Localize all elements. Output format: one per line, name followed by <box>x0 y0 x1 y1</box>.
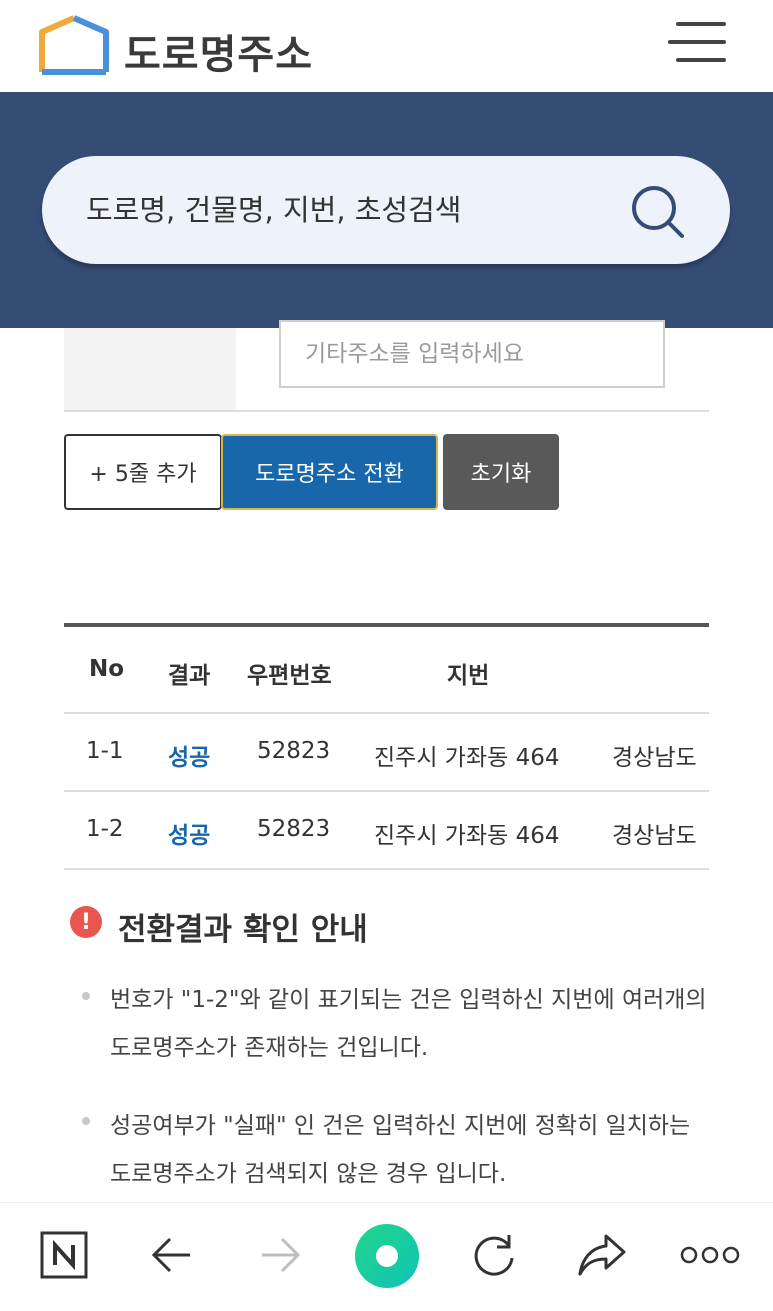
row1-no: 1-1 <box>86 738 124 764</box>
form-label-cell <box>64 328 236 412</box>
row1-province: 경상남도 <box>612 745 697 771</box>
table-top-border <box>64 623 709 627</box>
row2-province: 경상남도 <box>612 823 697 849</box>
etc-address-input[interactable] <box>279 320 665 388</box>
row1-result: 성공 <box>168 745 211 771</box>
search-box <box>42 156 730 264</box>
hamburger-menu-icon[interactable] <box>668 20 726 64</box>
notice-title: 전환결과 확인 안내 <box>118 912 368 948</box>
header-no: No <box>89 656 125 682</box>
browser-bottom-nav <box>0 1202 773 1311</box>
row2-no: 1-2 <box>86 816 124 842</box>
header-jibun: 지번 <box>447 663 490 689</box>
row1-jibun: 진주시 가좌동 464 <box>374 745 560 771</box>
row2-result: 성공 <box>168 823 211 849</box>
more-dots-icon[interactable] <box>678 1225 742 1285</box>
bullet-icon <box>82 992 90 1000</box>
green-circle-icon[interactable] <box>354 1223 420 1289</box>
reload-icon[interactable] <box>464 1225 524 1285</box>
form-divider <box>64 410 709 412</box>
logo-text[interactable]: 도로명주소 <box>124 22 313 80</box>
add-rows-button[interactable]: + 5줄 추가 <box>64 434 222 510</box>
notice-item-2: 성공여부가 "실패" 인 건은 입력하신 지번에 정확히 일치하는 도로명주소가… <box>110 1113 691 1187</box>
row2-jibun: 진주시 가좌동 464 <box>374 823 560 849</box>
search-band <box>0 92 773 328</box>
row1-zipcode: 52823 <box>257 738 331 764</box>
row2-zipcode: 52823 <box>257 816 331 842</box>
alert-icon: ! <box>70 906 102 938</box>
table-row-divider <box>64 712 709 714</box>
table-row-divider <box>64 868 709 870</box>
naver-n-icon[interactable] <box>34 1225 94 1285</box>
table-row-divider <box>64 790 709 792</box>
share-icon[interactable] <box>572 1225 632 1285</box>
bullet-icon <box>82 1117 90 1125</box>
app-header: 도로명주소 <box>0 0 773 92</box>
notice-item-1: 번호가 "1-2"와 같이 표기되는 건은 입력하신 지번에 여러개의 도로명주… <box>110 987 707 1061</box>
home-logo-icon[interactable] <box>38 14 110 76</box>
header-result: 결과 <box>168 663 211 689</box>
search-input[interactable] <box>86 186 626 234</box>
reset-button[interactable]: 초기화 <box>443 434 559 510</box>
convert-button[interactable]: 도로명주소 전환 <box>221 434 438 510</box>
arrow-left-icon[interactable] <box>142 1225 202 1285</box>
arrow-right-icon <box>250 1225 310 1285</box>
search-icon[interactable] <box>628 182 688 242</box>
header-zipcode: 우편번호 <box>247 663 332 689</box>
